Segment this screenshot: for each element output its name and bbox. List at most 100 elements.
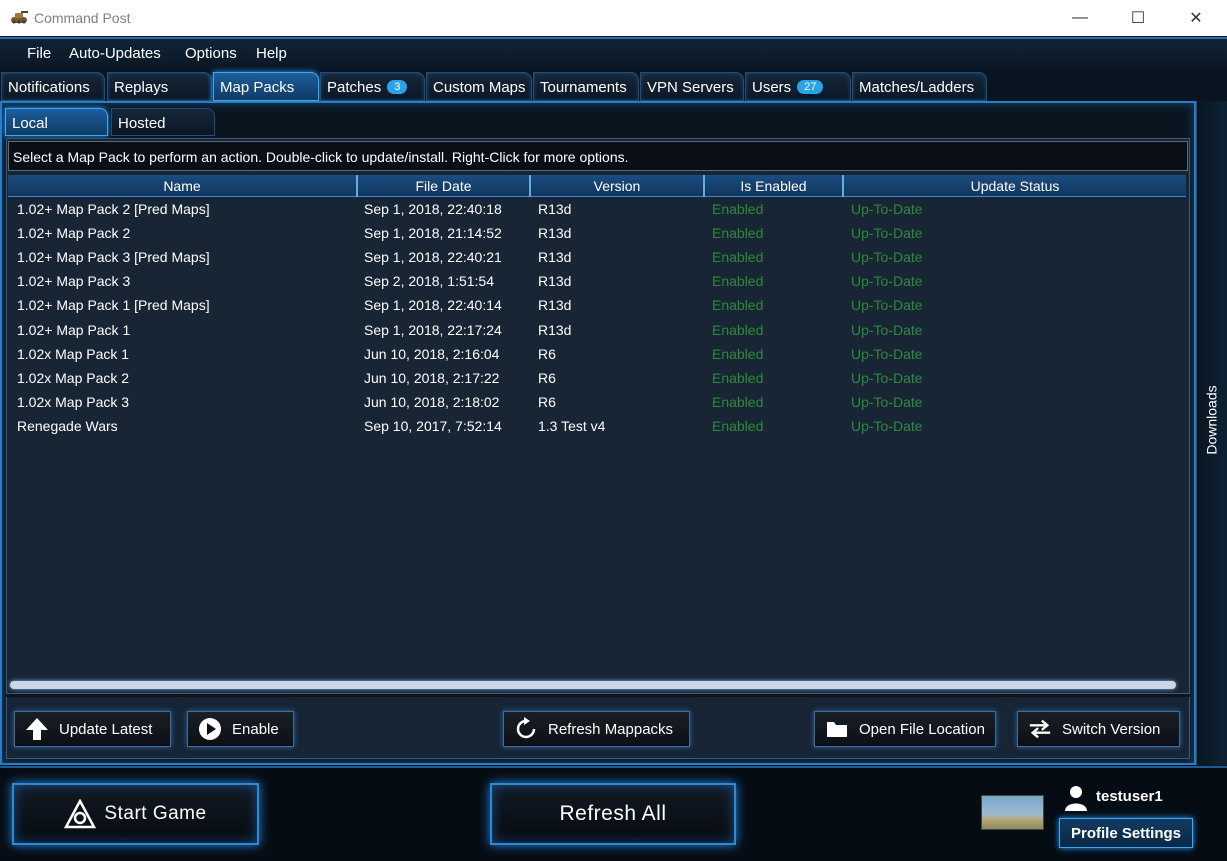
start-game-label: Start Game: [104, 803, 207, 824]
open-file-location-button[interactable]: Open File Location: [814, 711, 996, 747]
tank-icon: [11, 11, 28, 24]
subtab-hosted[interactable]: Hosted: [111, 108, 215, 136]
cell-is-enabled: Enabled: [712, 297, 764, 314]
table-row[interactable]: 1.02x Map Pack 1 Jun 10, 2018, 2:16:04 R6 E…: [8, 343, 1186, 367]
cell-version: R6: [538, 345, 556, 362]
cell-name: 1.02+ Map Pack 1 [Pred Maps]: [17, 297, 210, 314]
table-row[interactable]: 1.02+ Map Pack 3 [Pred Maps] Sep 1, 2018,…: [8, 246, 1186, 270]
tab-notifications[interactable]: Notifications: [1, 72, 105, 101]
cell-update-status: Up-To-Date: [851, 393, 923, 410]
tab-label: Tournaments: [540, 79, 627, 96]
tab-patches[interactable]: Patches 3: [320, 72, 425, 101]
table-row[interactable]: 1.02+ Map Pack 3 Sep 2, 2018, 1:51:54 R13d…: [8, 270, 1186, 294]
update-latest-label: Update Latest: [59, 720, 153, 738]
column-header-is-enabled[interactable]: Is Enabled: [705, 175, 844, 197]
enable-label: Enable: [232, 720, 279, 738]
table-row[interactable]: Renegade Wars Sep 10, 2017, 7:52:14 1.3 Te…: [8, 415, 1186, 439]
cell-name: 1.02x Map Pack 3: [17, 393, 130, 410]
profile-settings-button[interactable]: Profile Settings: [1059, 818, 1193, 848]
cell-is-enabled: Enabled: [712, 345, 764, 362]
main-tab-bar: Notifications Replays Map Packs Patches 3…: [0, 70, 1227, 102]
tab-users[interactable]: Users 27: [745, 72, 851, 101]
table-row[interactable]: 1.02x Map Pack 3 Jun 10, 2018, 2:18:02 R6 E…: [8, 391, 1186, 415]
cell-file-date: Sep 2, 2018, 1:51:54: [364, 273, 494, 290]
refresh-mappacks-button[interactable]: Refresh Mappacks: [503, 711, 690, 747]
column-header-name[interactable]: Name: [8, 175, 358, 197]
downloads-label: Downloads: [1203, 385, 1220, 455]
title-bar: Command Post — ☐ ✕: [0, 0, 1227, 36]
tab-label: Custom Maps: [433, 79, 526, 96]
subtab-local[interactable]: Local: [5, 108, 108, 136]
subtab-label: Hosted: [118, 115, 166, 132]
table-row[interactable]: 1.02+ Map Pack 1 Sep 1, 2018, 22:17:24 R13…: [8, 319, 1186, 343]
tab-custom-maps[interactable]: Custom Maps: [426, 72, 532, 101]
window-title: Command Post: [34, 10, 131, 26]
tab-map-packs[interactable]: Map Packs: [213, 72, 319, 101]
cell-is-enabled: Enabled: [712, 369, 764, 386]
switch-version-button[interactable]: Switch Version: [1017, 711, 1180, 747]
cell-update-status: Up-To-Date: [851, 225, 923, 242]
minimize-button[interactable]: —: [1051, 0, 1109, 36]
tab-tournaments[interactable]: Tournaments: [533, 72, 639, 101]
menu-file[interactable]: File: [27, 45, 51, 62]
cell-file-date: Jun 10, 2018, 2:18:02: [364, 393, 500, 410]
cell-version: 1.3 Test v4: [538, 417, 606, 434]
column-header-update-status[interactable]: Update Status: [844, 175, 1186, 197]
cell-name: Renegade Wars: [17, 417, 118, 434]
cell-name: 1.02+ Map Pack 2 [Pred Maps]: [17, 201, 210, 217]
cell-file-date: Sep 10, 2017, 7:52:14: [364, 417, 502, 434]
cell-is-enabled: Enabled: [712, 225, 764, 242]
refresh-all-button[interactable]: Refresh All: [490, 783, 736, 845]
cell-is-enabled: Enabled: [712, 273, 764, 290]
close-button[interactable]: ✕: [1167, 0, 1225, 36]
tab-replays[interactable]: Replays: [107, 72, 212, 101]
cell-update-status: Up-To-Date: [851, 201, 923, 217]
profile-settings-label: Profile Settings: [1070, 824, 1182, 842]
cell-version: R13d: [538, 225, 572, 242]
tab-label: Replays: [114, 79, 169, 96]
patches-count-badge: 3: [387, 80, 408, 94]
start-game-button[interactable]: Start Game: [12, 783, 259, 845]
cell-name: 1.02+ Map Pack 2: [17, 225, 131, 242]
horizontal-scrollbar[interactable]: [10, 681, 1176, 689]
tab-label: Users: [752, 79, 792, 96]
column-header-version[interactable]: Version: [531, 175, 705, 197]
tab-vpn-servers[interactable]: VPN Servers: [640, 72, 744, 101]
cell-version: R13d: [538, 297, 572, 314]
table-row[interactable]: 1.02+ Map Pack 2 [Pred Maps] Sep 1, 2018,…: [8, 198, 1186, 222]
cell-is-enabled: Enabled: [712, 321, 764, 338]
cell-version: R13d: [538, 273, 572, 290]
cell-file-date: Jun 10, 2018, 2:16:04: [364, 345, 500, 362]
cell-name: 1.02x Map Pack 1: [17, 345, 130, 362]
maximize-button[interactable]: ☐: [1109, 0, 1167, 36]
column-header-file-date[interactable]: File Date: [358, 175, 531, 197]
table-row[interactable]: 1.02x Map Pack 2 Jun 10, 2018, 2:17:22 R6 E…: [8, 367, 1186, 391]
cell-is-enabled: Enabled: [712, 417, 764, 434]
table-row[interactable]: 1.02+ Map Pack 1 [Pred Maps] Sep 1, 2018,…: [8, 294, 1186, 318]
map-preview-thumbnail: [981, 795, 1044, 830]
cell-is-enabled: Enabled: [712, 201, 764, 217]
refresh-mappacks-label: Refresh Mappacks: [548, 720, 674, 738]
cell-version: R13d: [538, 249, 572, 266]
tab-label: VPN Servers: [647, 79, 734, 96]
cell-version: R6: [538, 369, 556, 386]
cell-update-status: Up-To-Date: [851, 417, 923, 434]
cell-file-date: Sep 1, 2018, 22:40:14: [364, 297, 502, 314]
downloads-tab[interactable]: Downloads: [1196, 375, 1227, 465]
users-count-badge: 27: [797, 80, 824, 94]
cell-update-status: Up-To-Date: [851, 345, 923, 362]
menu-auto-updates[interactable]: Auto-Updates: [69, 45, 161, 62]
cell-file-date: Sep 1, 2018, 22:17:24: [364, 321, 502, 338]
menu-options[interactable]: Options: [185, 45, 237, 62]
cell-name: 1.02+ Map Pack 3: [17, 273, 131, 290]
update-latest-button[interactable]: Update Latest: [14, 711, 171, 747]
table-row[interactable]: 1.02+ Map Pack 2 Sep 1, 2018, 21:14:52 R13…: [8, 222, 1186, 246]
arrow-up-icon: [25, 717, 49, 741]
tab-matches-ladders[interactable]: Matches/Ladders: [852, 72, 987, 101]
enable-button[interactable]: Enable: [187, 711, 294, 747]
folder-icon: [825, 717, 849, 741]
play-circle-icon: [198, 717, 222, 741]
tab-label: Notifications: [8, 79, 90, 96]
menu-help[interactable]: Help: [256, 45, 287, 62]
switch-version-label: Switch Version: [1062, 720, 1161, 738]
